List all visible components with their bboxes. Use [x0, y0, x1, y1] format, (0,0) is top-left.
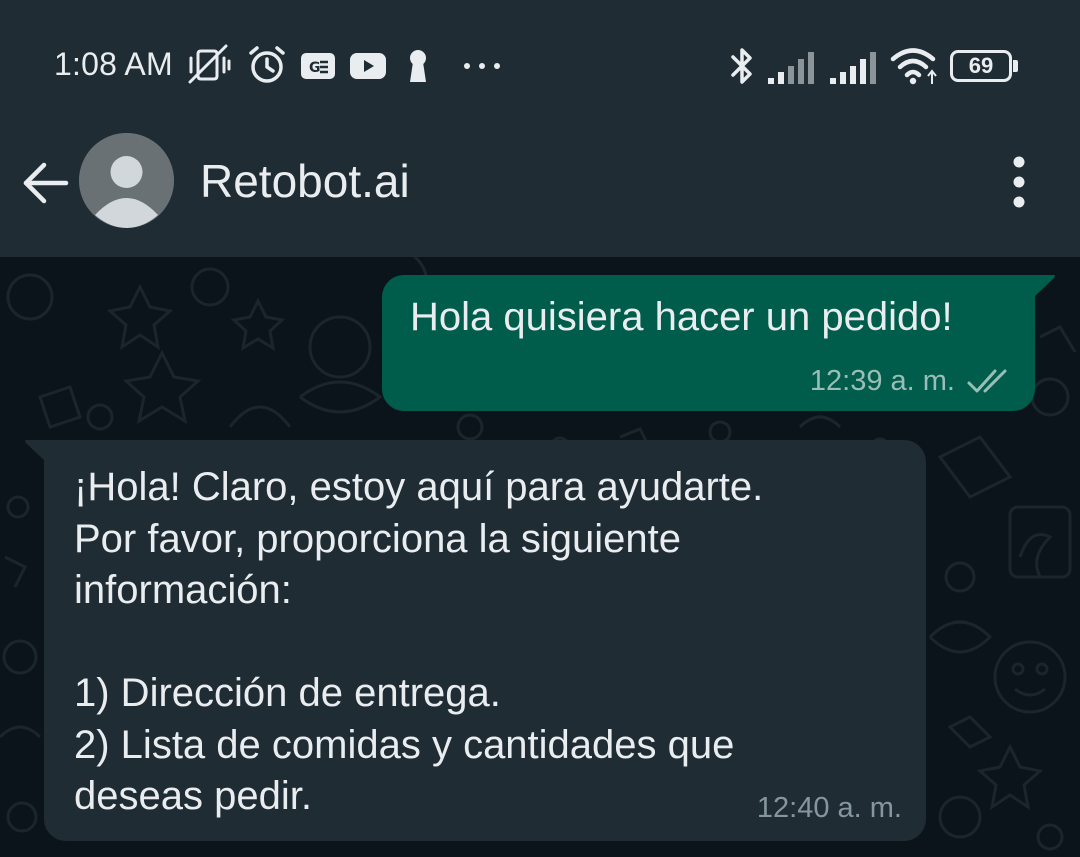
message-bubble-outgoing[interactable]: Hola quisiera hacer un pedido! 12:39 a. … [382, 275, 1035, 411]
default-avatar-icon [79, 133, 174, 228]
back-button[interactable] [20, 160, 76, 206]
signal-icon [768, 50, 820, 84]
message-text: Hola quisiera hacer un pedido! [410, 295, 953, 339]
alarm-icon [246, 44, 288, 86]
battery-level: 69 [968, 53, 994, 78]
message-time: 12:39 a. m. [809, 365, 955, 397]
svg-text:G: G [309, 60, 321, 76]
arrow-left-icon [23, 162, 69, 204]
signal-icon [830, 50, 882, 84]
status-time: 1:08 AM [54, 46, 173, 82]
ge-badge-icon: G [300, 52, 336, 80]
wifi-icon [890, 46, 940, 86]
message-text: ¡Hola! Claro, estoy aquí para ayudarte. … [74, 465, 764, 818]
message-bubble-incoming[interactable]: ¡Hola! Claro, estoy aquí para ayudarte. … [44, 440, 926, 841]
message-time: 12:40 a. m. [756, 792, 902, 824]
contact-avatar[interactable] [79, 133, 174, 228]
youtube-icon [349, 52, 387, 80]
more-vertical-icon [1013, 156, 1025, 208]
chat-header: Retobot.ai [0, 130, 1080, 257]
bubble-tail-incoming [25, 440, 46, 462]
battery-icon: 69 [950, 50, 1018, 82]
contact-name[interactable]: Retobot.ai [200, 154, 410, 208]
bluetooth-icon [728, 46, 756, 86]
more-options-button[interactable] [1000, 154, 1038, 210]
bubble-tail-outgoing [1034, 275, 1055, 297]
more-notifications-icon [463, 62, 503, 70]
keyhole-icon [406, 48, 430, 84]
vibrate-off-icon [186, 44, 234, 86]
double-check-icon [967, 367, 1013, 400]
status-bar: 1:08 AM G 69 [0, 0, 1080, 130]
chat-area[interactable]: Hola quisiera hacer un pedido! 12:39 a. … [0, 257, 1080, 857]
